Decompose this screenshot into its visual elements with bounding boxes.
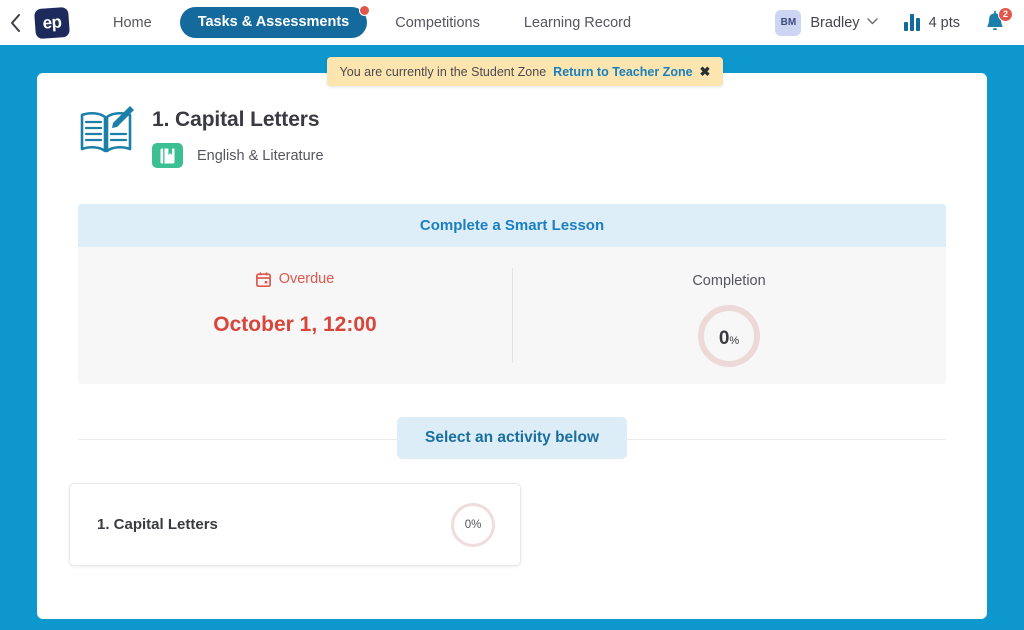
activity-card[interactable]: 1. Capital Letters 0% — [69, 483, 521, 566]
nav-item-tasks-label: Tasks & Assessments — [197, 14, 350, 30]
due-column: Overdue October 1, 12:00 — [78, 247, 512, 384]
subject-row: English & Literature — [152, 143, 324, 168]
toast-message: You are currently in the Student Zone — [339, 64, 547, 79]
book-pencil-icon — [80, 106, 134, 153]
user-name[interactable]: Bradley — [810, 15, 859, 31]
completion-ring: 0 % — [698, 305, 760, 367]
main-navigation: Home Tasks & Assessments Competitions Le… — [91, 5, 653, 38]
chevron-down-icon[interactable] — [866, 17, 878, 28]
top-header: ep Home Tasks & Assessments Competitions… — [0, 0, 1024, 45]
activity-progress-ring: 0% — [451, 502, 495, 547]
completion-column: Completion 0 % — [512, 247, 946, 384]
chevron-left-icon — [10, 13, 20, 32]
due-date: October 1, 12:00 — [213, 313, 377, 336]
activity-name: 1. Capital Letters — [97, 516, 218, 533]
book-badge-glyph — [160, 148, 175, 163]
lesson-info-box: Complete a Smart Lesson Overdue October … — [78, 204, 946, 384]
completion-label: Completion — [692, 273, 766, 289]
logo-text: ep — [41, 11, 63, 33]
overdue-row: Overdue — [255, 271, 335, 287]
nav-item-competitions[interactable]: Competitions — [373, 15, 502, 31]
student-zone-toast: You are currently in the Student Zone Re… — [327, 57, 723, 86]
subject-label: English & Literature — [197, 147, 324, 164]
header-right-cluster: BM Bradley 4 pts 2 — [775, 6, 1024, 36]
lesson-title-block: 1. Capital Letters English & Literature — [152, 105, 324, 168]
avatar[interactable]: BM — [775, 9, 802, 36]
nav-item-learning-record[interactable]: Learning Record — [502, 15, 653, 31]
vertical-divider — [512, 268, 513, 363]
chevron-down-glyph — [866, 18, 878, 25]
bar-chart-icon — [903, 14, 920, 31]
notifications-button[interactable]: 2 — [984, 6, 1013, 36]
nav-item-home[interactable]: Home — [91, 15, 174, 31]
content-panel: 1. Capital Letters English & Literature … — [37, 73, 987, 619]
back-button[interactable] — [0, 0, 30, 45]
return-to-teacher-zone-link[interactable]: Return to Teacher Zone — [553, 65, 692, 79]
info-body: Overdue October 1, 12:00 Completion 0 % — [78, 247, 946, 384]
nav-notification-dot — [359, 5, 371, 16]
nav-item-tasks-assessments[interactable]: Tasks & Assessments — [179, 5, 371, 38]
select-activity-badge[interactable]: Select an activity below — [396, 417, 628, 459]
select-activity-separator: Select an activity below — [78, 417, 946, 461]
notification-count-badge: 2 — [998, 6, 1013, 22]
info-banner: Complete a Smart Lesson — [78, 204, 946, 247]
page-title: 1. Capital Letters — [152, 108, 320, 131]
completion-value: 0 — [718, 328, 730, 349]
calendar-icon — [255, 271, 271, 287]
points-indicator[interactable]: 4 pts — [903, 14, 960, 31]
app-logo[interactable]: ep — [33, 6, 71, 39]
lesson-header: 1. Capital Letters English & Literature — [37, 73, 987, 168]
overdue-status: Overdue — [278, 271, 335, 287]
points-label: 4 pts — [928, 14, 960, 31]
completion-unit: % — [729, 335, 740, 347]
book-badge-icon — [152, 143, 183, 168]
close-icon[interactable]: ✖ — [700, 64, 711, 80]
